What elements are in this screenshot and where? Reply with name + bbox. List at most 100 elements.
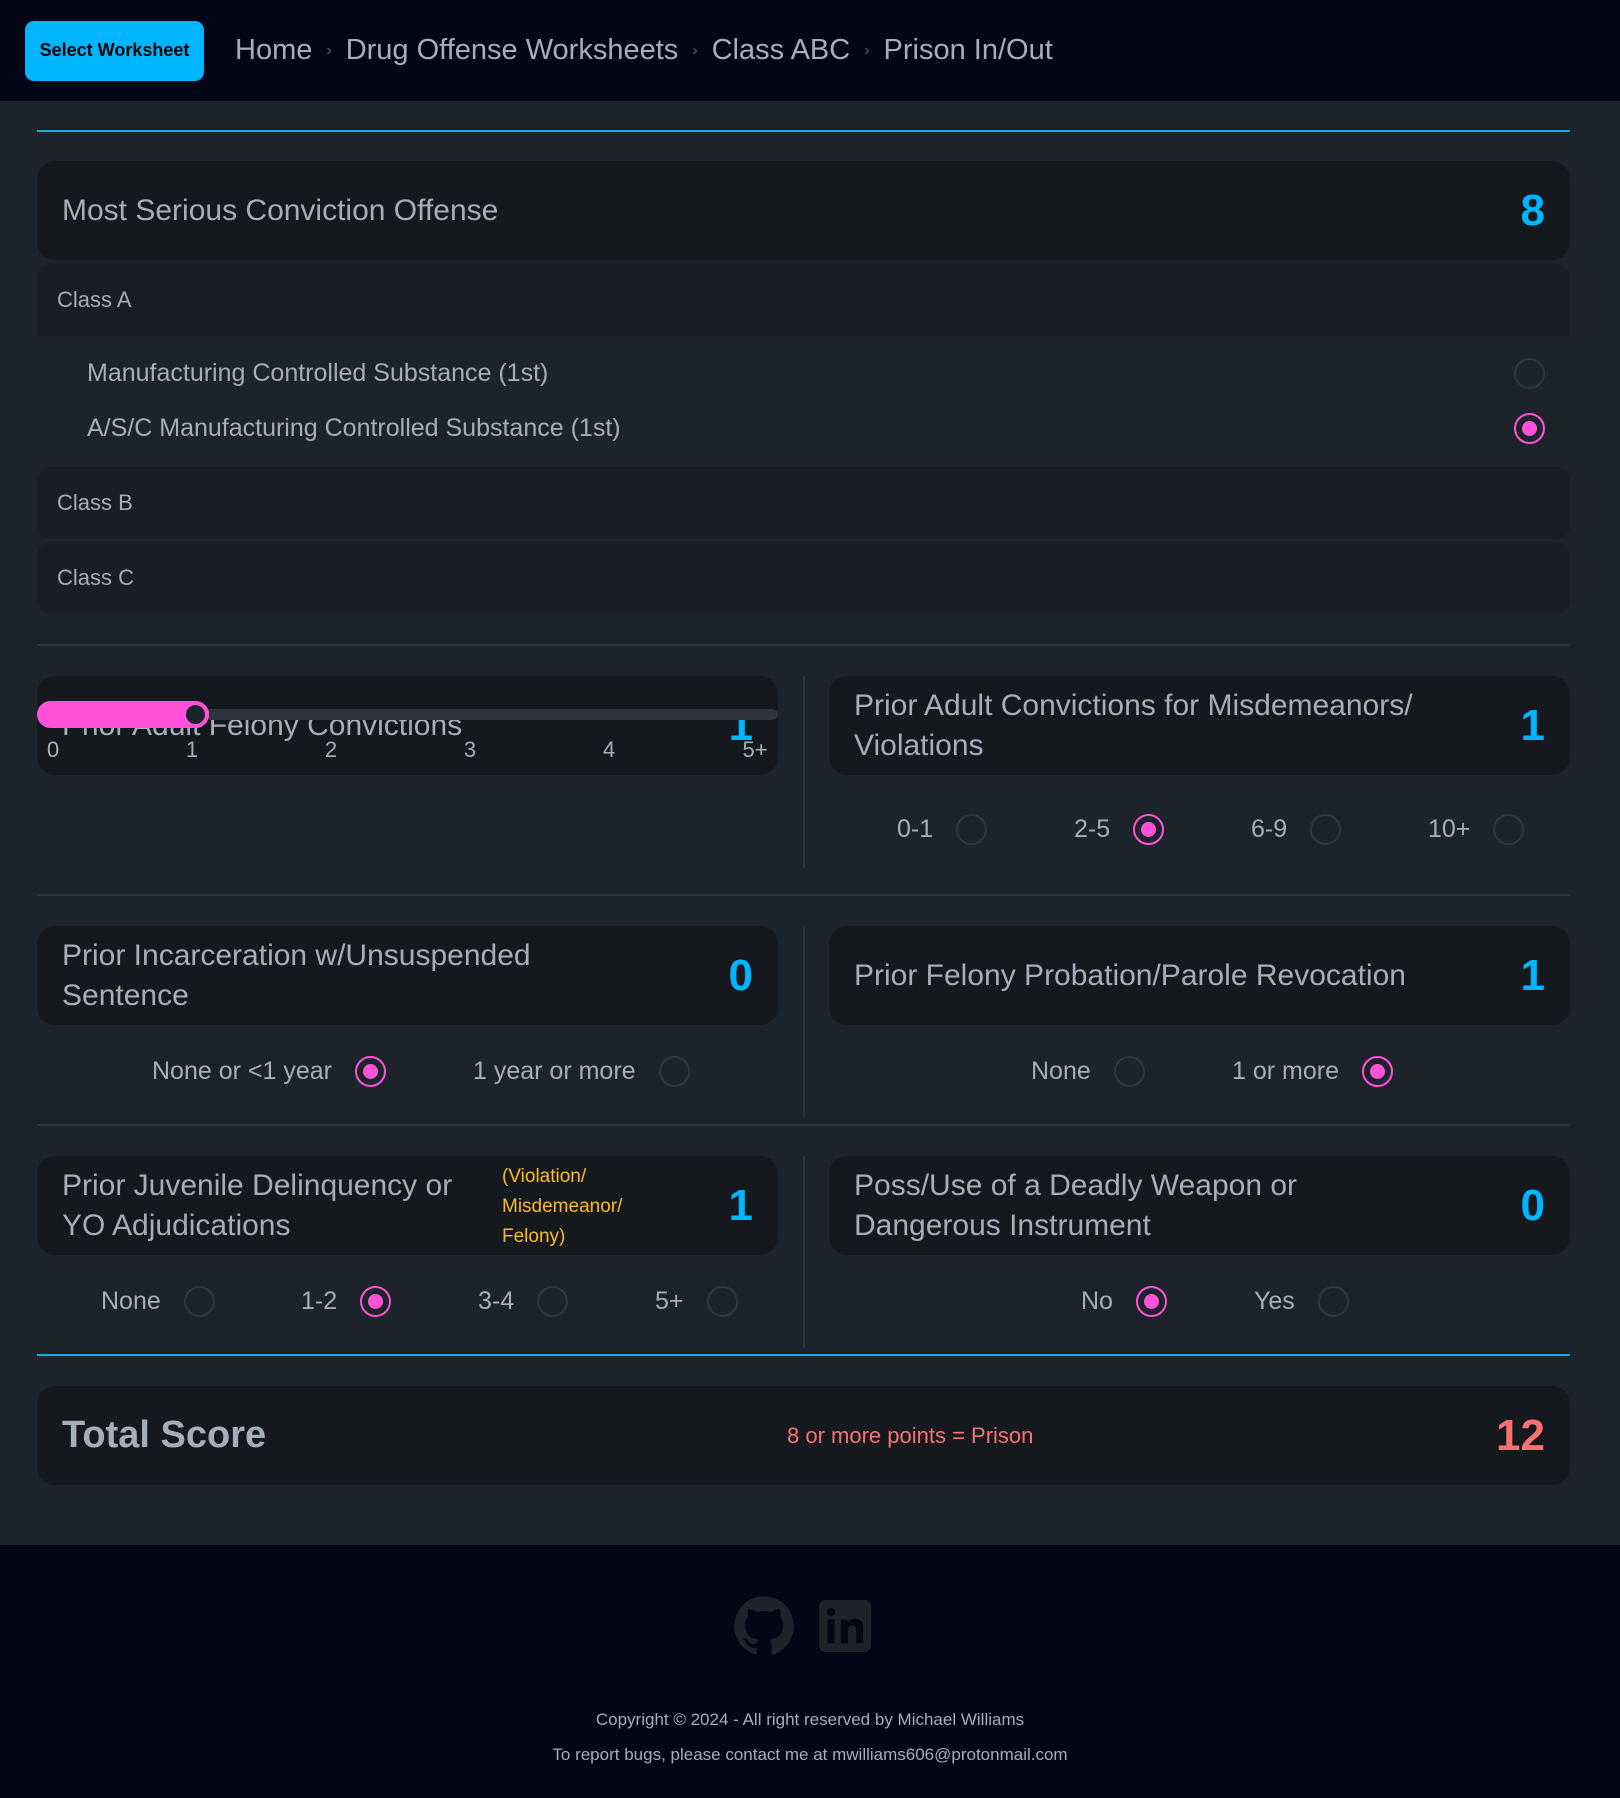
slider-tick: 1 (185, 737, 199, 762)
class-a-toggle[interactable]: Class A (37, 264, 1570, 336)
weapon-option[interactable]: Yes (1254, 1286, 1349, 1317)
divider (37, 644, 1570, 646)
social-links (733, 1595, 871, 1657)
option-radio[interactable] (1361, 1056, 1393, 1087)
revocation-option[interactable]: None (1031, 1056, 1145, 1087)
incarceration-title: Prior Incarceration w/Unsuspended Senten… (62, 938, 531, 1012)
incarceration-option[interactable]: None or <1 year (152, 1056, 386, 1087)
option-label: 2-5 (1074, 815, 1111, 843)
divider (37, 130, 1570, 132)
felony-slider[interactable] (37, 701, 778, 728)
revocation-option[interactable]: 1 or more (1232, 1056, 1393, 1087)
misdemeanor-option[interactable]: 2-5 (1074, 814, 1165, 845)
incarceration-option[interactable]: 1 year or more (473, 1056, 690, 1087)
juvenile-option[interactable]: 1-2 (301, 1286, 392, 1317)
revocation-header: Prior Felony Probation/Parole Revocation… (829, 926, 1570, 1025)
incarceration-score: 0 (728, 950, 753, 1000)
divider (37, 894, 1570, 896)
option-radio[interactable] (354, 1056, 386, 1087)
option-label: 6-9 (1251, 815, 1288, 843)
juvenile-option[interactable]: 3-4 (478, 1286, 569, 1317)
footer: Copyright © 2024 - All right reserved by… (0, 1545, 1620, 1798)
breadcrumb-drug-offense-worksheets[interactable]: Drug Offense Worksheets (346, 34, 679, 67)
misdemeanor-score: 1 (1520, 700, 1545, 750)
option-radio[interactable] (1133, 814, 1165, 845)
class-b-toggle[interactable]: Class B (37, 467, 1570, 539)
github-icon[interactable] (733, 1595, 795, 1657)
offense-title: Most Serious Conviction Offense (62, 193, 499, 227)
juvenile-score: 1 (728, 1180, 753, 1230)
option-label: Yes (1254, 1287, 1295, 1315)
juvenile-option[interactable]: 5+ (655, 1286, 738, 1317)
total-score-card: Total Score 8 or more points = Prison 12 (37, 1386, 1570, 1485)
option-radio[interactable] (360, 1286, 392, 1317)
misdemeanor-title: Prior Adult Convictions for Misdemeanors… (854, 688, 1413, 762)
option-radio[interactable] (1317, 1286, 1349, 1317)
class-a-collapse: Class A Manufacturing Controlled Substan… (37, 264, 1570, 466)
option-label: 0-1 (897, 815, 934, 843)
option-radio[interactable] (1113, 1056, 1145, 1087)
juvenile-option[interactable]: None (101, 1286, 215, 1317)
misdemeanor-option[interactable]: 0-1 (897, 814, 988, 845)
option-label: 10+ (1428, 815, 1471, 843)
offense-option-radio[interactable] (1514, 413, 1545, 444)
juvenile-note: (Violation/ Misdemeanor/ Felony) (502, 1166, 623, 1247)
breadcrumb-class-abc[interactable]: Class ABC (712, 34, 851, 67)
class-c-collapse: Class C (37, 542, 1570, 614)
weapon-title: Poss/Use of a Deadly Weapon or Dangerous… (854, 1168, 1298, 1242)
option-radio[interactable] (537, 1286, 569, 1317)
linkedin-icon[interactable] (819, 1600, 871, 1652)
total-score-value: 12 (1496, 1410, 1545, 1460)
offense-option[interactable]: Manufacturing Controlled Substance (1st) (37, 346, 1570, 401)
option-label: 1-2 (301, 1287, 338, 1315)
slider-tick: 5+ (742, 737, 768, 762)
option-label: 5+ (655, 1287, 684, 1315)
juvenile-title: Prior Juvenile Delinquency or YO Adjudic… (62, 1168, 453, 1242)
total-score-rule: 8 or more points = Prison (787, 1422, 1034, 1448)
misdemeanor-header: Prior Adult Convictions for Misdemeanors… (829, 676, 1570, 775)
offense-option-radio[interactable] (1514, 358, 1545, 389)
offense-option[interactable]: A/S/C Manufacturing Controlled Substance… (37, 401, 1570, 456)
incarceration-header: Prior Incarceration w/Unsuspended Senten… (37, 926, 778, 1025)
breadcrumb-home[interactable]: Home (235, 34, 312, 67)
slider-tick: 4 (602, 737, 616, 762)
column-divider (803, 1156, 805, 1348)
select-worksheet-button[interactable]: Select Worksheet (25, 20, 204, 81)
offense-option-label: Manufacturing Controlled Substance (1st) (87, 359, 549, 387)
felony-slider-thumb[interactable] (181, 701, 209, 728)
misdemeanor-option[interactable]: 6-9 (1251, 814, 1342, 845)
offense-option-label: A/S/C Manufacturing Controlled Substance… (87, 414, 621, 442)
option-label: 3-4 (478, 1287, 515, 1315)
class-a-options: Manufacturing Controlled Substance (1st)… (37, 336, 1570, 466)
bug-report-text: To report bugs, please contact me at mwi… (552, 1745, 1068, 1764)
breadcrumb-prison-in-out: Prison In/Out (883, 34, 1053, 66)
divider (37, 1354, 1570, 1356)
total-score-label: Total Score (62, 1414, 267, 1456)
offense-score: 8 (1520, 185, 1545, 235)
column-divider (803, 676, 805, 868)
chevron-right-icon: › (326, 41, 332, 59)
class-c-toggle[interactable]: Class C (37, 542, 1570, 614)
revocation-score: 1 (1520, 950, 1545, 1000)
slider-tick: 0 (46, 737, 60, 762)
column-divider (803, 926, 805, 1118)
option-label: None (101, 1287, 161, 1315)
option-radio[interactable] (956, 814, 988, 845)
juvenile-header: Prior Juvenile Delinquency or YO Adjudic… (37, 1156, 778, 1255)
revocation-title: Prior Felony Probation/Parole Revocation (854, 958, 1406, 992)
navbar: Select Worksheet Home › Drug Offense Wor… (0, 0, 1620, 101)
worksheet: Most Serious Conviction Offense 8 Class … (0, 101, 1620, 1545)
option-label: 1 or more (1232, 1057, 1339, 1085)
option-radio[interactable] (183, 1286, 215, 1317)
option-radio[interactable] (658, 1056, 690, 1087)
option-label: None (1031, 1057, 1091, 1085)
option-label: None or <1 year (152, 1057, 332, 1085)
misdemeanor-option[interactable]: 10+ (1428, 814, 1525, 845)
option-radio[interactable] (1493, 814, 1525, 845)
option-radio[interactable] (1135, 1286, 1167, 1317)
option-radio[interactable] (706, 1286, 738, 1317)
option-radio[interactable] (1310, 814, 1342, 845)
slider-tick: 2 (324, 737, 338, 762)
weapon-option[interactable]: No (1081, 1286, 1167, 1317)
weapon-score: 0 (1520, 1180, 1545, 1230)
